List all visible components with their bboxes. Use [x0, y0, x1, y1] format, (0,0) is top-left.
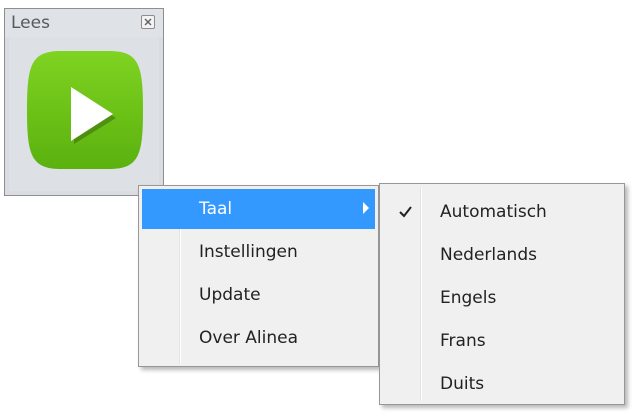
- play-button[interactable]: [21, 43, 149, 177]
- widget-titlebar[interactable]: Lees: [5, 9, 163, 37]
- lees-widget-window: Lees: [4, 8, 164, 196]
- submenu-item-label: Nederlands: [440, 245, 537, 265]
- menu-item-instellingen[interactable]: Instellingen: [142, 232, 375, 272]
- submenu-item-automatisch[interactable]: Automatisch: [383, 192, 621, 232]
- widget-body: [9, 37, 159, 191]
- close-button[interactable]: [141, 15, 155, 29]
- menu-item-label: Instellingen: [199, 242, 298, 262]
- close-icon: [144, 18, 152, 26]
- menu-item-over-alinea[interactable]: Over Alinea: [142, 318, 375, 358]
- submenu-arrow-icon: [363, 202, 369, 214]
- menu-item-update[interactable]: Update: [142, 275, 375, 315]
- submenu-item-frans[interactable]: Frans: [383, 321, 621, 361]
- submenu-item-engels[interactable]: Engels: [383, 278, 621, 318]
- menu-item-label: Update: [199, 285, 261, 305]
- submenu-item-nederlands[interactable]: Nederlands: [383, 235, 621, 275]
- context-menu: Taal Instellingen Update Over Alinea: [138, 185, 379, 367]
- submenu-item-duits[interactable]: Duits: [383, 364, 621, 404]
- submenu-item-label: Automatisch: [440, 202, 547, 222]
- submenu-item-label: Duits: [440, 374, 485, 394]
- submenu-item-label: Engels: [440, 288, 497, 308]
- menu-item-label: Over Alinea: [199, 328, 299, 348]
- widget-title: Lees: [11, 13, 50, 33]
- checkmark-icon: [397, 204, 415, 220]
- submenu-item-label: Frans: [440, 331, 486, 351]
- menu-item-taal[interactable]: Taal: [142, 189, 375, 229]
- menu-item-label: Taal: [199, 199, 233, 219]
- play-icon: [27, 51, 143, 169]
- language-submenu: Automatisch Nederlands Engels Frans Duit…: [379, 183, 625, 405]
